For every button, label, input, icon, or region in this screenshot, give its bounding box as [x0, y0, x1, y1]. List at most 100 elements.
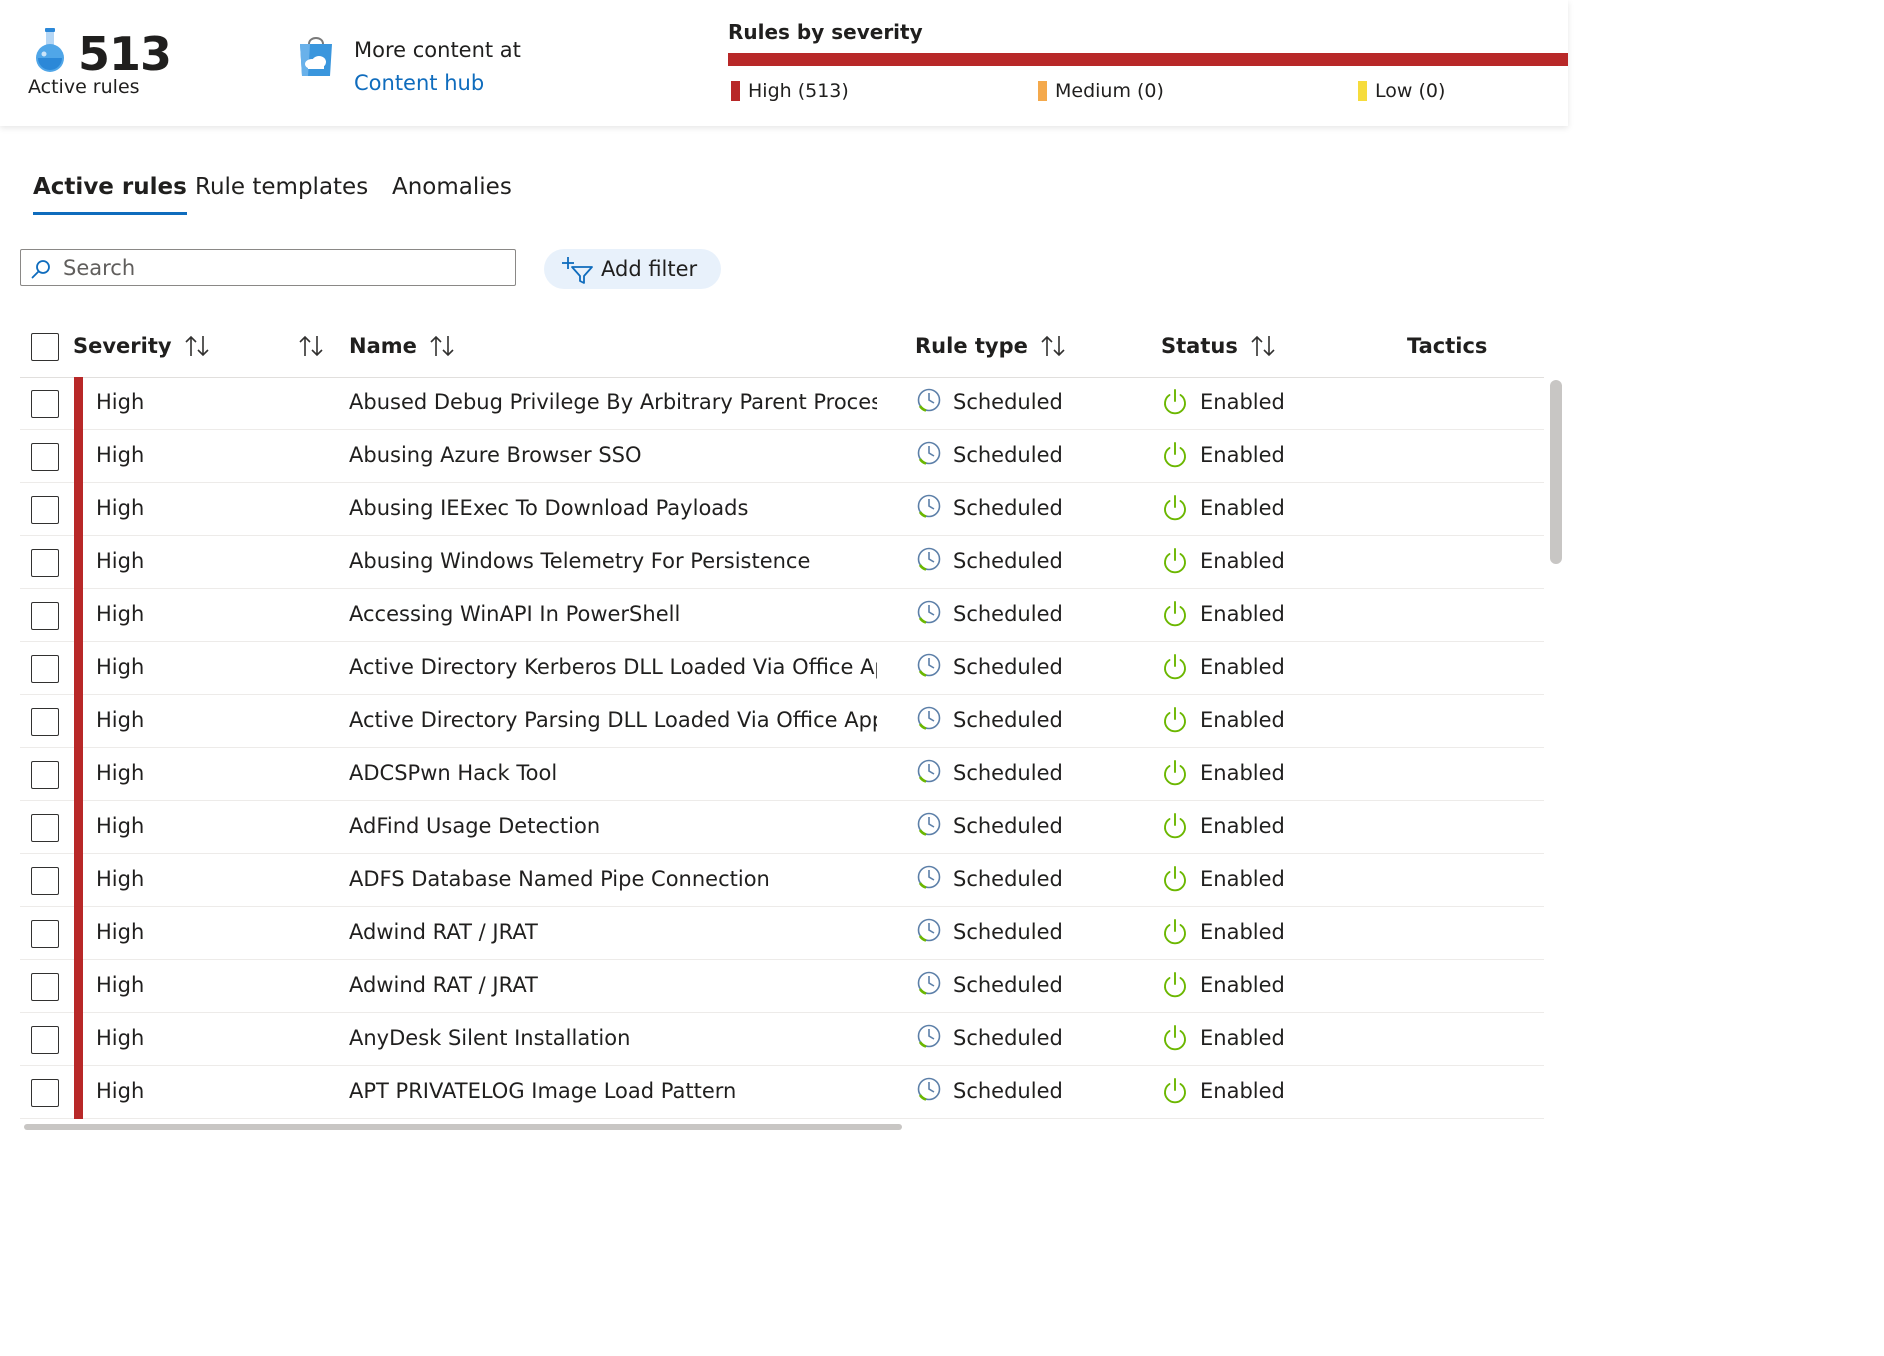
table-row[interactable]: High APT PRIVATELOG Image Load Pattern S… [20, 1066, 1544, 1119]
table-row[interactable]: High AdFind Usage Detection Scheduled En… [20, 801, 1544, 854]
row-name: ADFS Database Named Pipe Connection [349, 867, 770, 891]
row-status: Enabled [1200, 920, 1285, 944]
vertical-scrollbar[interactable] [1546, 377, 1566, 1119]
power-icon [1164, 707, 1186, 733]
sort-arrows-icon [1251, 335, 1275, 357]
legend-low: Low (0) [1358, 80, 1445, 102]
row-name: Abused Debug Privilege By Arbitrary Pare… [349, 390, 877, 414]
row-severity: High [96, 867, 145, 891]
table-row[interactable]: High Abusing Azure Browser SSO Scheduled… [20, 430, 1544, 483]
rules-table-body: High Abused Debug Privilege By Arbitrary… [20, 377, 1544, 1119]
table-row[interactable]: High Adwind RAT / JRAT Scheduled Enabled [20, 960, 1544, 1013]
vertical-scroll-thumb[interactable] [1550, 380, 1562, 564]
row-checkbox[interactable] [31, 814, 59, 842]
power-icon [1164, 442, 1186, 468]
row-checkbox[interactable] [31, 390, 59, 418]
row-checkbox[interactable] [31, 708, 59, 736]
column-header-tactics[interactable]: Tactics [1407, 334, 1487, 358]
column-header-name[interactable]: Name [349, 334, 457, 358]
row-severity: High [96, 761, 145, 785]
table-row[interactable]: High Abusing Windows Telemetry For Persi… [20, 536, 1544, 589]
table-row[interactable]: High Active Directory Kerberos DLL Loade… [20, 642, 1544, 695]
row-checkbox[interactable] [31, 655, 59, 683]
row-severity: High [96, 443, 145, 467]
column-header-unnamed-sort[interactable] [298, 334, 326, 358]
flask-icon [36, 28, 64, 72]
table-row[interactable]: High Abusing IEExec To Download Payloads… [20, 483, 1544, 536]
tab-active-rules[interactable]: Active rules [33, 174, 187, 215]
clock-icon [917, 388, 941, 412]
severity-indicator [74, 483, 83, 536]
severity-indicator [74, 642, 83, 695]
select-all-checkbox[interactable] [31, 333, 59, 361]
legend-high-label: High (513) [748, 80, 849, 102]
clock-icon [917, 971, 941, 995]
row-severity: High [96, 1079, 145, 1103]
row-name: Abusing IEExec To Download Payloads [349, 496, 749, 520]
row-name: Adwind RAT / JRAT [349, 973, 538, 997]
row-checkbox[interactable] [31, 496, 59, 524]
row-status: Enabled [1200, 1026, 1285, 1050]
clock-icon [917, 547, 941, 571]
row-severity: High [96, 655, 145, 679]
shopping-bag-cloud-icon [300, 37, 332, 76]
content-hub-link[interactable]: Content hub [354, 71, 484, 95]
row-checkbox[interactable] [31, 973, 59, 1001]
clock-icon [917, 1024, 941, 1048]
row-status: Enabled [1200, 549, 1285, 573]
row-name: Abusing Azure Browser SSO [349, 443, 642, 467]
row-severity: High [96, 1026, 145, 1050]
table-row[interactable]: High ADFS Database Named Pipe Connection… [20, 854, 1544, 907]
row-rule-type: Scheduled [953, 867, 1063, 891]
column-header-status-label: Status [1161, 334, 1238, 358]
column-header-rule-type[interactable]: Rule type [915, 334, 1068, 358]
table-row[interactable]: High ADCSPwn Hack Tool Scheduled Enabled [20, 748, 1544, 801]
column-header-severity-label: Severity [73, 334, 172, 358]
table-row[interactable]: High Abused Debug Privilege By Arbitrary… [20, 377, 1544, 430]
row-name: ADCSPwn Hack Tool [349, 761, 558, 785]
legend-low-label: Low (0) [1375, 80, 1446, 102]
tab-rule-templates[interactable]: Rule templates [195, 174, 368, 212]
table-row[interactable]: High Adwind RAT / JRAT Scheduled Enabled [20, 907, 1544, 960]
row-checkbox[interactable] [31, 920, 59, 948]
row-checkbox[interactable] [31, 867, 59, 895]
legend-medium: Medium (0) [1038, 80, 1164, 102]
add-filter-button[interactable]: Add filter [544, 249, 721, 289]
row-rule-type: Scheduled [953, 920, 1063, 944]
row-status: Enabled [1200, 1079, 1285, 1103]
table-row[interactable]: High Accessing WinAPI In PowerShell Sche… [20, 589, 1544, 642]
column-header-status[interactable]: Status [1161, 334, 1278, 358]
row-severity: High [96, 814, 145, 838]
power-icon [1164, 919, 1186, 945]
row-checkbox[interactable] [31, 443, 59, 471]
column-header-severity[interactable]: Severity [73, 334, 212, 358]
power-icon [1164, 548, 1186, 574]
row-severity: High [96, 708, 145, 732]
table-row[interactable]: High Active Directory Parsing DLL Loaded… [20, 695, 1544, 748]
active-rules-count: 513 [78, 27, 172, 81]
search-input[interactable] [61, 252, 505, 284]
row-checkbox[interactable] [31, 602, 59, 630]
row-name: AdFind Usage Detection [349, 814, 601, 838]
row-status: Enabled [1200, 443, 1285, 467]
tab-anomalies[interactable]: Anomalies [392, 174, 512, 212]
row-name: Adwind RAT / JRAT [349, 920, 538, 944]
active-rules-label: Active rules [28, 76, 140, 98]
row-status: Enabled [1200, 602, 1285, 626]
summary-bar: 513 Active rules More content at Content… [0, 0, 1568, 126]
row-checkbox[interactable] [31, 549, 59, 577]
search-icon [31, 260, 50, 279]
row-checkbox[interactable] [31, 1079, 59, 1107]
row-severity: High [96, 973, 145, 997]
row-name: Active Directory Kerberos DLL Loaded Via… [349, 655, 877, 679]
row-rule-type: Scheduled [953, 549, 1063, 573]
horizontal-scrollbar[interactable] [20, 1120, 1544, 1130]
row-checkbox[interactable] [31, 761, 59, 789]
severity-indicator [74, 854, 83, 907]
row-name: Active Directory Parsing DLL Loaded Via … [349, 708, 877, 732]
table-row[interactable]: High AnyDesk Silent Installation Schedul… [20, 1013, 1544, 1066]
clock-icon [917, 494, 941, 518]
row-status: Enabled [1200, 655, 1285, 679]
horizontal-scroll-thumb[interactable] [24, 1124, 902, 1130]
row-checkbox[interactable] [31, 1026, 59, 1054]
